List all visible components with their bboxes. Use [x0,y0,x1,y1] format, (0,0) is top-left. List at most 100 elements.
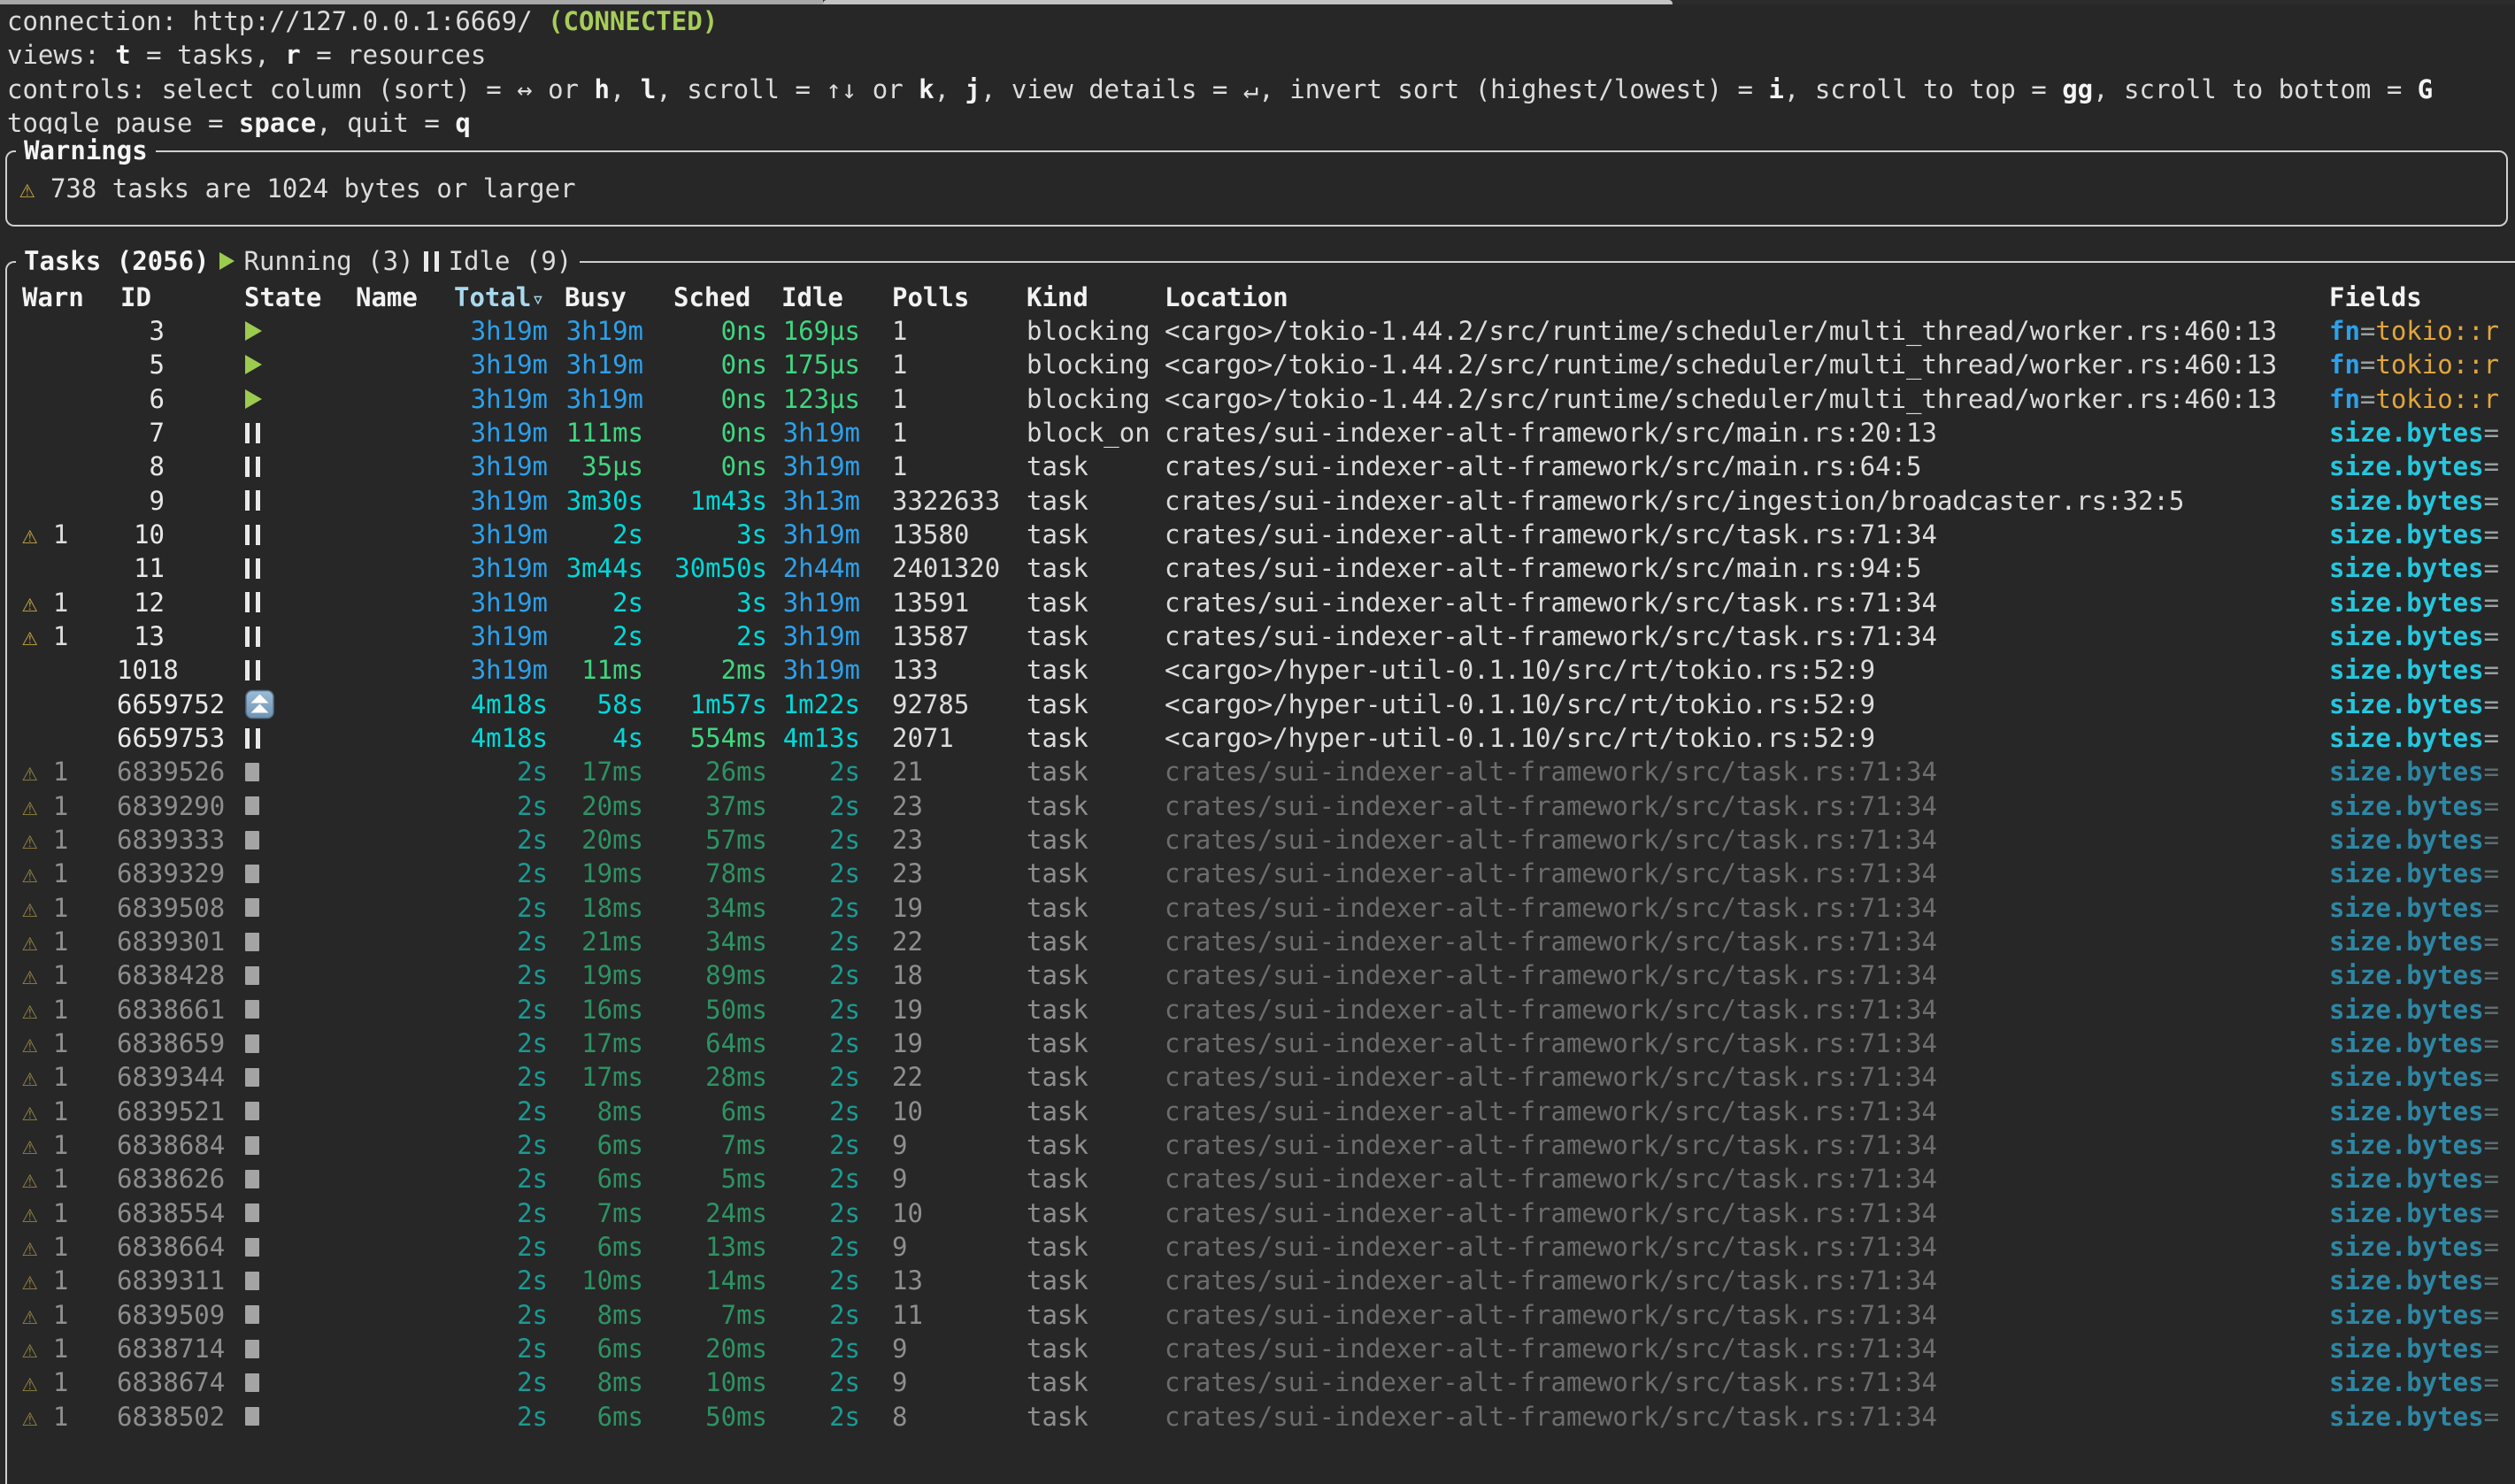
cell-state [245,1026,259,1060]
tasks-table-header: Warn ID State Name Total▿ Busy Sched Idle Polls K… [7,281,2515,314]
polls-value: 1 [892,418,907,448]
field-key: size.bytes [2329,689,2484,719]
task-row[interactable]: ⚠ 168393442s17ms28ms2s22taskcrates/sui-i… [7,1060,2515,1094]
tasks-count-label: Tasks (2056) [24,244,210,278]
column-header-idle[interactable]: Idle [781,281,843,314]
field-key: fn [2329,384,2360,414]
duration-value: 8ms [597,1300,643,1330]
kind-value: task [1027,893,1088,923]
task-row[interactable]: 66597534m18s4s554ms4m13s2071task<cargo>/… [7,721,2515,755]
column-header-busy[interactable]: Busy [565,281,627,314]
field-equals: = [2484,825,2499,855]
cell-busy: 7ms [565,1196,643,1230]
polls-value: 21 [892,757,923,787]
task-row[interactable]: ⚠ 1123h19m2s3s3h19m13591taskcrates/sui-i… [7,586,2515,619]
location-value: crates/sui-indexer-alt-framework/src/tas… [1165,1062,1937,1092]
warning-icon: ⚠ [22,621,37,651]
cell-kind: task [1027,789,1159,823]
column-header-label: Total [454,282,531,312]
cell-state [245,382,262,416]
task-row[interactable]: ⚠ 168386842s6ms7ms2s9taskcrates/sui-inde… [7,1128,2515,1162]
duration-value: 7ms [721,1300,767,1330]
task-row[interactable]: ⚠ 168393112s10ms14ms2s13taskcrates/sui-i… [7,1264,2515,1297]
cell-location: crates/sui-indexer-alt-framework/src/tas… [1165,1400,2324,1434]
cell-polls: 21 [892,755,1020,788]
task-row[interactable]: ⚠ 168392902s20ms37ms2s23taskcrates/sui-i… [7,789,2515,823]
column-header-warn[interactable]: Warn [22,281,84,314]
column-header-total[interactable]: Total▿ [454,281,544,316]
column-header-polls[interactable]: Polls [892,281,969,314]
task-row[interactable]: ⚠ 168386642s6ms13ms2s9taskcrates/sui-ind… [7,1230,2515,1264]
cell-kind: task [1027,619,1159,653]
duration-value: 2s [517,1198,548,1228]
task-row[interactable]: ⚠ 168387142s6ms20ms2s9taskcrates/sui-ind… [7,1332,2515,1365]
cell-polls: 13 [892,1264,1020,1297]
task-id: 6 [117,382,165,416]
cell-kind: task [1027,1026,1159,1060]
task-row[interactable]: ⚠ 168393012s21ms34ms2s22taskcrates/sui-i… [7,925,2515,958]
cell-fields: size.bytes= [2329,1400,2515,1434]
cell-fields: size.bytes= [2329,1128,2515,1162]
cell-idle: 2s [781,1162,860,1196]
task-row[interactable]: ⚠ 168384282s19ms89ms2s18taskcrates/sui-i… [7,958,2515,992]
column-header-label: Busy [565,282,627,312]
location-value: crates/sui-indexer-alt-framework/src/mai… [1165,451,1922,481]
task-row[interactable]: ⚠ 1103h19m2s3s3h19m13580taskcrates/sui-i… [7,518,2515,551]
cell-busy: 8ms [565,1298,643,1332]
task-row[interactable]: ⚠ 168395092s8ms7ms2s11taskcrates/sui-ind… [7,1298,2515,1332]
task-row[interactable]: ⚠ 168386592s17ms64ms2s19taskcrates/sui-i… [7,1026,2515,1060]
task-row[interactable]: ⚠ 168386262s6ms5ms2s9taskcrates/sui-inde… [7,1162,2515,1196]
cell-polls: 11 [892,1298,1020,1332]
field-equals: = [2484,757,2499,787]
duration-value: 2s [517,1367,548,1397]
cell-id: 6838661 [117,993,225,1026]
cell-idle: 3h19m [781,416,860,450]
task-row[interactable]: 33h19m3h19m0ns169µs1blocking<cargo>/toki… [7,314,2515,348]
task-row[interactable]: ⚠ 168395212s8ms6ms2s10taskcrates/sui-ind… [7,1095,2515,1128]
cell-state [245,586,260,619]
cell-location: crates/sui-indexer-alt-framework/src/tas… [1165,1196,2324,1230]
cell-kind: task [1027,551,1159,585]
column-header-location[interactable]: Location [1165,281,1288,314]
cell-id: 6838714 [117,1332,225,1365]
task-row[interactable]: ⚠ 168385022s6ms50ms2s8taskcrates/sui-ind… [7,1400,2515,1434]
task-row[interactable]: 113h19m3m44s30m50s2h44m2401320taskcrates… [7,551,2515,585]
cell-idle: 2s [781,925,860,958]
task-row[interactable]: ⚠ 168386612s16ms50ms2s19taskcrates/sui-i… [7,993,2515,1026]
task-row[interactable]: 93h19m3m30s1m43s3h13m3322633taskcrates/s… [7,484,2515,518]
task-row[interactable]: 83h19m35µs0ns3h19m1taskcrates/sui-indexe… [7,450,2515,483]
field-equals: = [2484,1130,2499,1160]
cell-polls: 133 [892,653,1020,687]
task-row[interactable]: 10183h19m11ms2ms3h19m133task<cargo>/hype… [7,653,2515,687]
cell-total: 2s [454,1026,548,1060]
text: (CONNECTED) [548,6,718,36]
task-row[interactable]: 73h19m111ms0ns3h19m1block_oncrates/sui-i… [7,416,2515,450]
task-row[interactable]: ⚠ 168386742s8ms10ms2s9taskcrates/sui-ind… [7,1365,2515,1399]
task-row[interactable]: ⚠ 1133h19m2s2s3h19m13587taskcrates/sui-i… [7,619,2515,653]
column-header-sched[interactable]: Sched [673,281,750,314]
task-row[interactable]: 53h19m3h19m0ns175µs1blocking<cargo>/toki… [7,348,2515,381]
completed-icon [245,1102,259,1120]
duration-value: 37ms [705,791,767,821]
task-row[interactable]: ⚠ 168395082s18ms34ms2s19taskcrates/sui-i… [7,891,2515,925]
duration-value: 3h19m [471,519,548,550]
task-row[interactable]: ⚠ 168393292s19ms78ms2s23taskcrates/sui-i… [7,857,2515,890]
task-id: 6838714 [117,1332,225,1365]
location-value: crates/sui-indexer-alt-framework/src/mai… [1165,418,1937,448]
cell-kind: task [1027,958,1159,992]
column-header-state[interactable]: State [244,281,321,314]
task-row[interactable]: 66597524m18s58s1m57s1m22s92785task<cargo… [7,688,2515,721]
task-row[interactable]: ⚠ 168393332s20ms57ms2s23taskcrates/sui-i… [7,823,2515,857]
cell-polls: 92785 [892,688,1020,721]
text: , quit = [316,108,455,138]
task-row[interactable]: ⚠ 168395262s17ms26ms2s21taskcrates/sui-i… [7,755,2515,788]
column-header-fields[interactable]: Fields [2329,281,2422,314]
column-header-id[interactable]: ID [120,281,151,314]
column-header-kind[interactable]: Kind [1027,281,1088,314]
cell-location: crates/sui-indexer-alt-framework/src/mai… [1165,551,2324,585]
field-key: size.bytes [2329,655,2484,685]
column-header-name[interactable]: Name [356,281,418,314]
task-row[interactable]: ⚠ 168385542s7ms24ms2s10taskcrates/sui-in… [7,1196,2515,1230]
task-row[interactable]: 63h19m3h19m0ns123µs1blocking<cargo>/toki… [7,382,2515,416]
duration-value: 3h19m [566,350,643,380]
